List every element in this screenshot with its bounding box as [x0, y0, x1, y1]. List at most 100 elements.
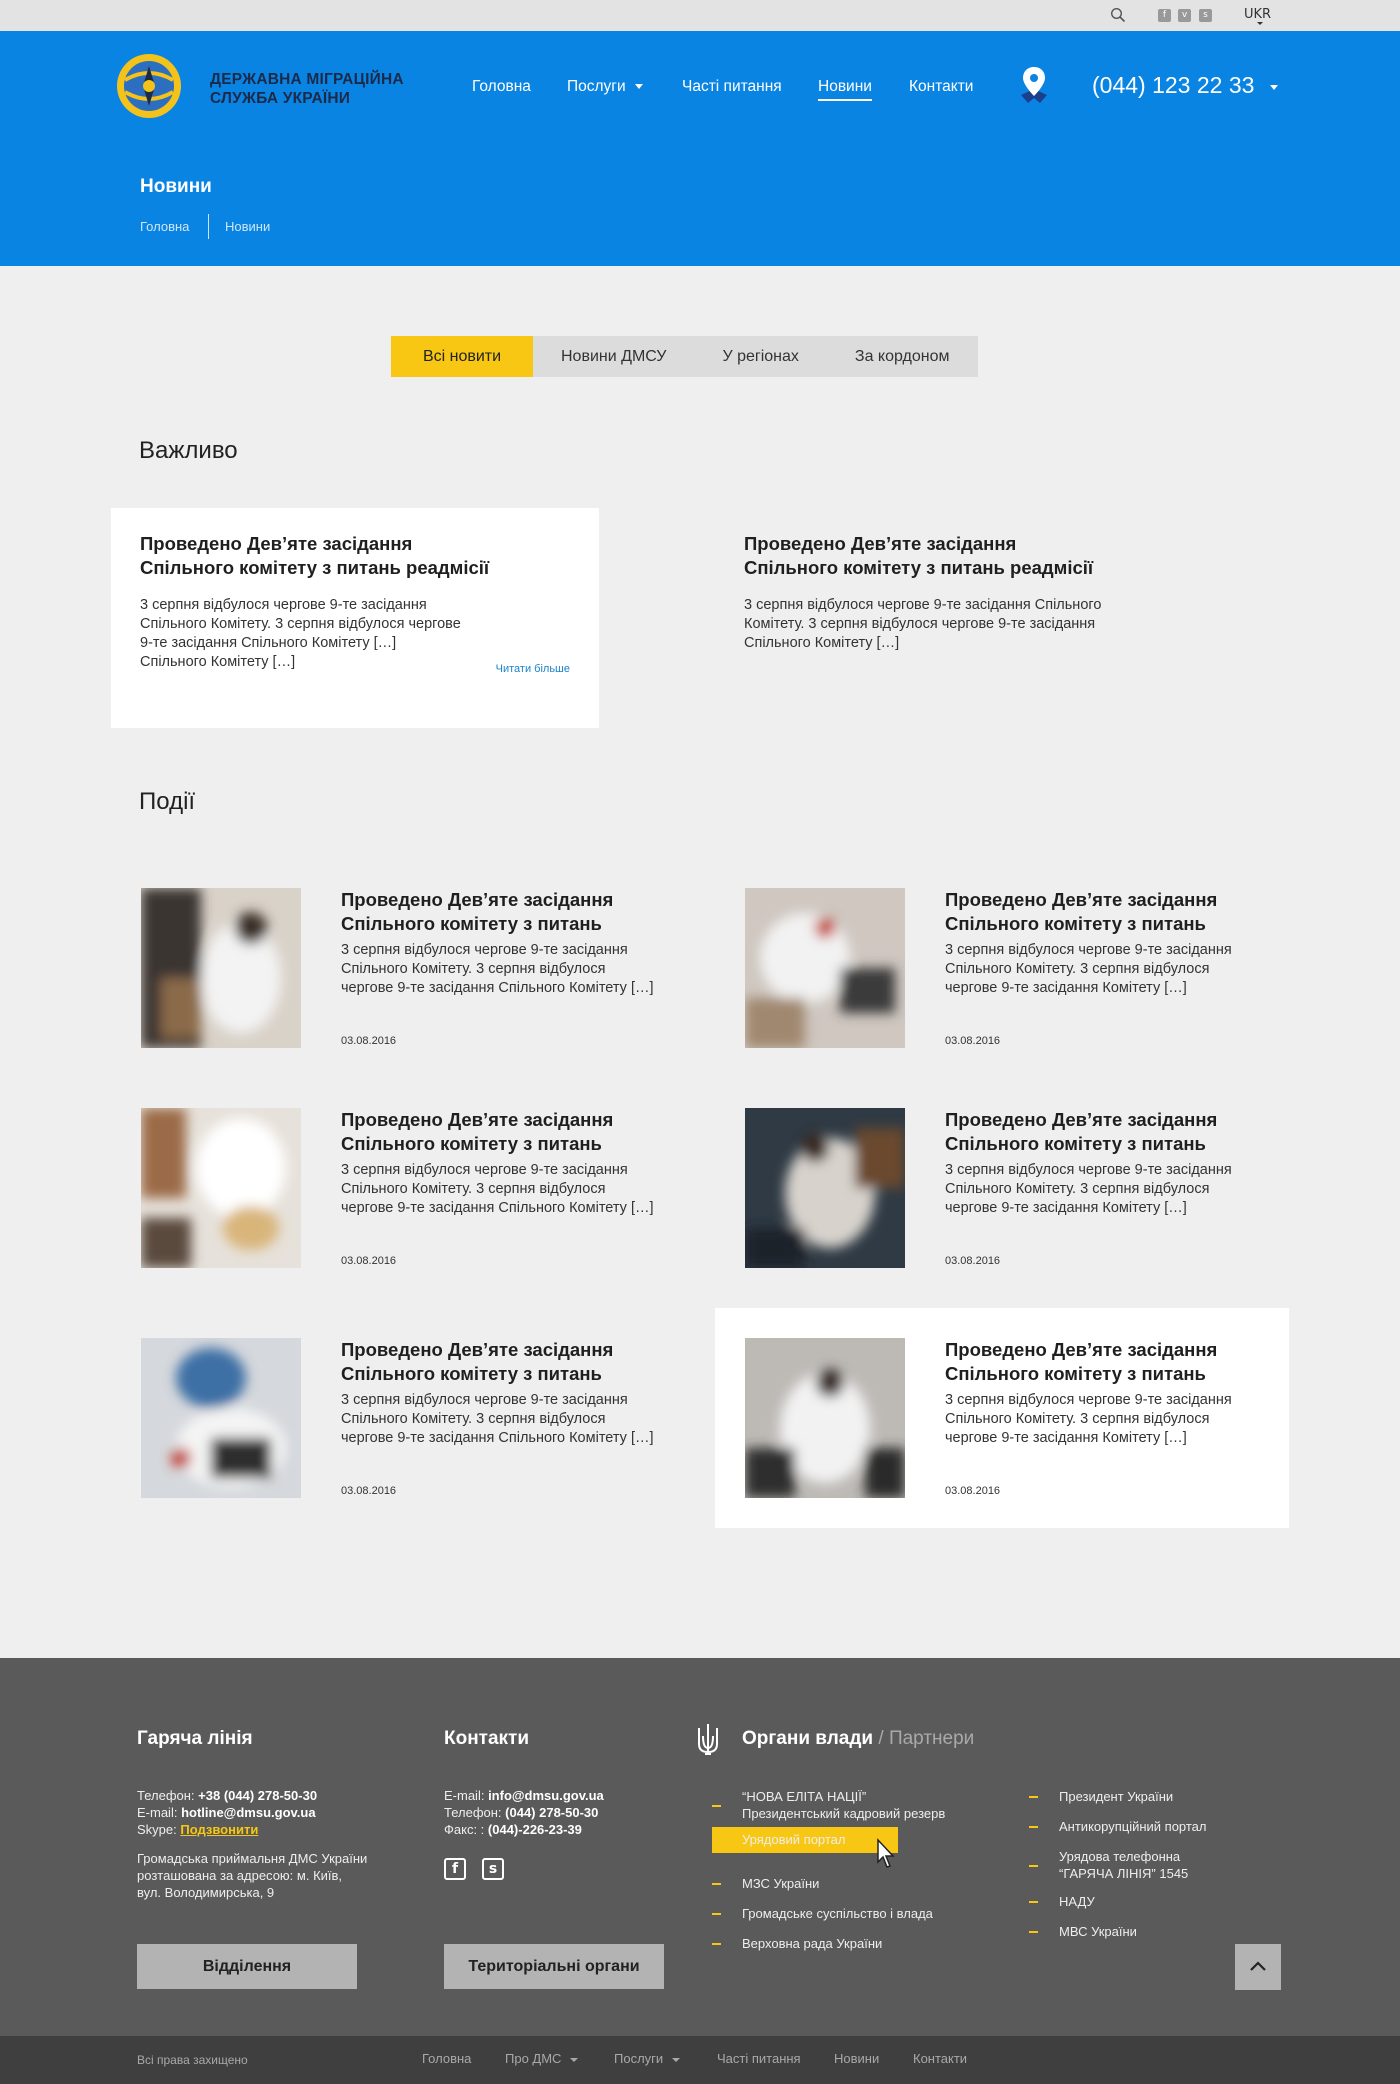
partner-link[interactable]: НАДУ [1059, 1893, 1095, 1910]
nav-news[interactable]: Новини [818, 78, 872, 101]
partner-link[interactable]: “НОВА ЕЛІТА НАЦІЇ” Президентський кадров… [742, 1788, 945, 1822]
important-card[interactable]: Проведено Дев’яте засідання Спільного ко… [715, 508, 1203, 728]
partners-tab[interactable]: / Партнери [873, 1728, 974, 1749]
partner-link[interactable]: Антикорупційний портал [1059, 1818, 1207, 1835]
event-card[interactable]: Проведено Дев’яте засідання Спільного ком… [715, 1078, 1289, 1298]
tab-regions[interactable]: У регіонах [694, 336, 826, 377]
event-title[interactable]: Проведено Дев’яте засідання Спільного ком… [341, 1338, 671, 1386]
nav-home[interactable]: Головна [472, 78, 531, 96]
branches-button[interactable]: Відділення [137, 1944, 357, 1989]
hotline-phone-value[interactable]: +38 (044) 278-50-30 [198, 1788, 317, 1803]
event-title-line: Проведено Дев’яте засідання [341, 1339, 614, 1360]
card-title-line: Спільного комітету з питань реадмісії [744, 557, 1094, 578]
footer-nav-faq[interactable]: Часті питання [717, 2051, 801, 2066]
map-pin-icon[interactable] [1016, 65, 1052, 105]
event-title-line: Спільного комітету з питань [945, 913, 1206, 934]
event-date: 03.08.2016 [945, 1255, 1001, 1267]
event-photo[interactable] [745, 888, 905, 1048]
excerpt-line: 3 серпня відбулося чергове 9-те засіданн… [945, 1392, 1232, 1408]
contacts-email-value[interactable]: info@dmsu.gov.ua [488, 1788, 604, 1803]
excerpt-line: Спільного Комітету. 3 серпня відбулося [341, 1411, 606, 1427]
footer-nav-contacts[interactable]: Контакти [913, 2051, 967, 2066]
excerpt-line: чергове 9-те засідання Спільного Комітет… [341, 980, 654, 996]
card-excerpt: 3 серпня відбулося чергове 9-те засіданн… [140, 596, 570, 672]
event-title[interactable]: Проведено Дев’яте засідання Спільного ком… [341, 888, 671, 936]
partner-link[interactable]: Верховна рада України [742, 1935, 882, 1952]
partner-link[interactable]: Президент України [1059, 1788, 1173, 1805]
footer-nav-about[interactable]: Про ДМС [505, 2051, 579, 2066]
tab-all-news[interactable]: Всі новити [391, 336, 533, 377]
authorities-tab[interactable]: Органи влади [742, 1728, 873, 1749]
nav-services[interactable]: Послуги [567, 78, 643, 96]
hotline-email-value[interactable]: hotline@dmsu.gov.ua [181, 1805, 316, 1820]
tab-dmsu-news[interactable]: Новини ДМСУ [533, 336, 694, 377]
chevron-down-icon[interactable] [1270, 85, 1278, 90]
event-photo[interactable] [745, 1338, 905, 1498]
event-card[interactable]: Проведено Дев’яте засідання Спільного ком… [111, 1308, 685, 1528]
event-card[interactable]: Проведено Дев’яте засідання Спільного ком… [715, 858, 1289, 1078]
territorial-bodies-button[interactable]: Територіальні органи [444, 1944, 664, 1989]
label: Телефон: [137, 1788, 199, 1803]
partner-link[interactable]: МВС України [1059, 1923, 1137, 1940]
event-excerpt: 3 серпня відбулося чергове 9-те засіданн… [945, 1391, 1275, 1448]
emblem-logo-icon[interactable] [115, 52, 183, 120]
contacts-fax: Факс: : (044)-226-23-39 [444, 1821, 582, 1838]
event-title[interactable]: Проведено Дев’яте засідання Спільного ком… [341, 1108, 671, 1156]
list-bullet [1029, 1931, 1038, 1933]
nav-services-label: Послуги [567, 78, 626, 95]
event-card[interactable]: Проведено Дев’яте засідання Спільного ком… [715, 1308, 1289, 1528]
list-bullet [1029, 1901, 1038, 1903]
read-more-link[interactable]: Читати більше [496, 663, 570, 675]
vk-icon[interactable]: v [1178, 9, 1191, 22]
address-line: Громадська приймальня ДМС України [137, 1851, 368, 1866]
reception-address: Громадська приймальня ДМС України розташ… [137, 1850, 367, 1901]
card-title-line: Проведено Дев’яте засідання [744, 533, 1017, 554]
card-title[interactable]: Проведено Дев’яте засідання Спільного ко… [140, 532, 570, 580]
partner-link-government-portal[interactable]: Урядовий портал [742, 1831, 846, 1848]
footer-nav-home[interactable]: Головна [422, 2051, 471, 2066]
back-to-top-button[interactable] [1235, 1944, 1281, 1990]
excerpt-line: 3 серпня відбулося чергове 9-те засіданн… [744, 597, 1102, 613]
partner-link[interactable]: Урядова телефонна “ГАРЯЧА ЛІНІЯ” 1545 [1059, 1848, 1188, 1882]
event-photo[interactable] [141, 1338, 301, 1498]
list-bullet [1029, 1826, 1038, 1828]
partner-link[interactable]: МЗС України [742, 1875, 819, 1892]
skype-call-link[interactable]: Подзвонити [180, 1822, 258, 1837]
list-bullet [1029, 1865, 1038, 1867]
event-title[interactable]: Проведено Дев’яте засідання Спільного ком… [945, 1108, 1275, 1156]
skype-icon[interactable]: s [1199, 9, 1212, 22]
event-card[interactable]: Проведено Дев’яте засідання Спільного ком… [111, 858, 685, 1078]
search-icon[interactable] [1110, 7, 1126, 23]
contacts-phone-value[interactable]: (044) 278-50-30 [505, 1805, 598, 1820]
header-phone[interactable]: (044) 123 22 33 [1092, 72, 1254, 99]
chevron-down-icon [1257, 22, 1263, 25]
breadcrumb-home[interactable]: Головна [140, 219, 189, 234]
card-title[interactable]: Проведено Дев’яте засідання Спільного ко… [744, 532, 1174, 580]
list-bullet [712, 1913, 721, 1915]
partner-link[interactable]: Громадське суспільство і влада [742, 1905, 933, 1922]
facebook-icon[interactable]: f [1158, 9, 1171, 22]
event-date: 03.08.2016 [341, 1485, 397, 1497]
event-photo[interactable] [745, 1108, 905, 1268]
site-name[interactable]: ДЕРЖАВНА МІГРАЦІЙНА СЛУЖБА УКРАЇНИ [210, 70, 404, 108]
important-card[interactable]: Проведено Дев’яте засідання Спільного ко… [111, 508, 599, 728]
event-excerpt: 3 серпня відбулося чергове 9-те засіданн… [341, 1391, 671, 1448]
event-title[interactable]: Проведено Дев’яте засідання Спільного ком… [945, 1338, 1275, 1386]
event-photo[interactable] [141, 888, 301, 1048]
excerpt-line: чергове 9-те засідання Спільного Комітет… [341, 1200, 654, 1216]
nav-faq[interactable]: Часті питання [682, 78, 782, 96]
event-title-line: Проведено Дев’яте засідання [341, 889, 614, 910]
event-photo[interactable] [141, 1108, 301, 1268]
event-card[interactable]: Проведено Дев’яте засідання Спільного ком… [111, 1078, 685, 1298]
language-selector[interactable]: UKR [1244, 7, 1271, 22]
footer-nav-services[interactable]: Послуги [614, 2051, 681, 2066]
event-title[interactable]: Проведено Дев’яте засідання Спільного ком… [945, 888, 1275, 936]
contacts-fax-value: (044)-226-23-39 [487, 1822, 582, 1837]
address-line: розташована за адресою: м. Київ, [137, 1868, 343, 1883]
list-bullet [1029, 1796, 1038, 1798]
facebook-icon[interactable]: f [444, 1858, 466, 1880]
footer-nav-news[interactable]: Новини [834, 2051, 879, 2066]
tab-abroad[interactable]: За кордоном [827, 336, 978, 377]
skype-icon[interactable]: s [482, 1858, 504, 1880]
nav-contacts[interactable]: Контакти [909, 78, 973, 96]
